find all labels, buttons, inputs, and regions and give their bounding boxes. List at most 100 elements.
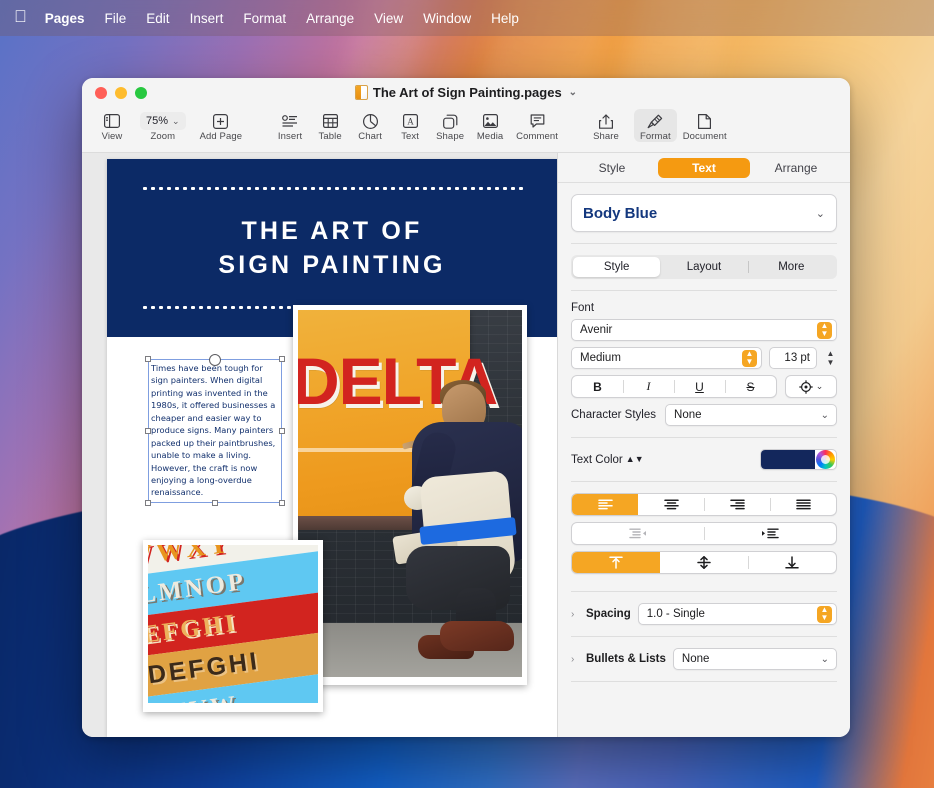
- toolbar-comment-button[interactable]: Comment: [510, 109, 564, 142]
- bullets-lists-value: None: [682, 653, 710, 665]
- toolbar-chart-button[interactable]: Chart: [350, 109, 390, 142]
- resize-handle-bottom-right[interactable]: [279, 500, 285, 506]
- toolbar-text-button[interactable]: A Text: [390, 109, 430, 142]
- stepper-icon[interactable]: ▲▼: [817, 606, 832, 623]
- bullets-lists-label: Bullets & Lists: [586, 653, 666, 665]
- menu-item-file[interactable]: File: [105, 11, 127, 26]
- toolbar-insert-button[interactable]: Insert: [270, 109, 310, 142]
- menu-item-view[interactable]: View: [374, 11, 403, 26]
- minimize-button[interactable]: [115, 87, 127, 99]
- tab-style[interactable]: Style: [566, 158, 658, 178]
- character-styles-popup[interactable]: None ⌄: [665, 404, 837, 426]
- chevron-down-icon: ⌄: [821, 410, 832, 421]
- toolbar-format-button[interactable]: Format: [634, 109, 677, 142]
- comment-icon: [530, 112, 545, 130]
- tab-arrange[interactable]: Arrange: [750, 158, 842, 178]
- svg-text:A: A: [407, 116, 414, 126]
- italic-button[interactable]: I: [623, 376, 674, 397]
- toolbar-table-button[interactable]: Table: [310, 109, 350, 142]
- text-color-control[interactable]: [760, 449, 837, 470]
- photo-sign-painter[interactable]: DELTA: [293, 305, 527, 685]
- color-wheel-icon[interactable]: [816, 450, 835, 469]
- body-text[interactable]: Times have been tough for sign painters.…: [149, 360, 281, 499]
- subtab-more[interactable]: More: [748, 257, 835, 277]
- menu-item-format[interactable]: Format: [243, 11, 286, 26]
- chevron-down-icon: ⌄: [816, 381, 824, 392]
- align-center-button[interactable]: [638, 494, 704, 515]
- toolbar-zoom-label: Zoom: [150, 131, 175, 142]
- vertical-align-group: [571, 551, 837, 574]
- divider: [571, 243, 837, 244]
- resize-handle-bottom[interactable]: [212, 500, 218, 506]
- apple-logo-icon[interactable]: : [14, 8, 27, 28]
- document-canvas[interactable]: THE ART OF SIGN PAINTING DELTA: [82, 153, 558, 737]
- align-top-button[interactable]: [572, 552, 660, 573]
- align-right-button[interactable]: [704, 494, 770, 515]
- photo-alphabet[interactable]: UVWXY KLMNOP DEFGHI CDEFGHI STUVW: [143, 540, 323, 712]
- menu-item-pages[interactable]: Pages: [45, 11, 85, 26]
- text-subtab-bar: Style Layout More: [571, 255, 837, 279]
- resize-handle-top-right[interactable]: [279, 356, 285, 362]
- toolbar-media-button[interactable]: Media: [470, 109, 510, 142]
- menu-item-help[interactable]: Help: [491, 11, 519, 26]
- indent-group: [571, 522, 837, 545]
- tab-text[interactable]: Text: [658, 158, 750, 178]
- sort-arrows-icon[interactable]: ▲▼: [626, 455, 644, 464]
- divider: [571, 290, 837, 291]
- stepper-icon[interactable]: ▲▼: [742, 350, 757, 367]
- outdent-button[interactable]: [572, 523, 704, 544]
- paragraph-style-name: Body Blue: [583, 205, 657, 222]
- align-middle-button[interactable]: [660, 552, 748, 573]
- document-page[interactable]: THE ART OF SIGN PAINTING DELTA: [107, 159, 557, 737]
- text-options-gear-button[interactable]: ⌄: [785, 375, 837, 398]
- toolbar-view-button[interactable]: View: [92, 109, 132, 142]
- zoom-popup-button[interactable]: 75% ⌄: [140, 112, 186, 130]
- spacing-value: 1.0 - Single: [647, 608, 705, 620]
- font-size-field[interactable]: 13 pt: [769, 347, 817, 369]
- chevron-right-icon[interactable]: ›: [571, 609, 579, 620]
- toolbar-add-page-button[interactable]: Add Page: [194, 109, 249, 142]
- subtab-style[interactable]: Style: [573, 257, 660, 277]
- underline-button[interactable]: U: [674, 376, 725, 397]
- toolbar-zoom-control[interactable]: 75% ⌄ Zoom: [140, 109, 186, 142]
- align-justify-button[interactable]: [770, 494, 836, 515]
- toolbar-document-button[interactable]: Document: [677, 109, 733, 142]
- chevron-right-icon[interactable]: ›: [571, 654, 579, 665]
- menu-item-arrange[interactable]: Arrange: [306, 11, 354, 26]
- table-icon: [323, 112, 338, 130]
- toolbar-chart-label: Chart: [358, 131, 382, 142]
- zoom-button[interactable]: [135, 87, 147, 99]
- indent-button[interactable]: [704, 523, 836, 544]
- paragraph-style-popup[interactable]: Body Blue ⌄: [571, 194, 837, 232]
- close-button[interactable]: [95, 87, 107, 99]
- align-left-button[interactable]: [572, 494, 638, 515]
- toolbar-shape-label: Shape: [436, 131, 464, 142]
- menu-item-insert[interactable]: Insert: [190, 11, 224, 26]
- divider: [571, 591, 837, 592]
- selected-text-box[interactable]: Times have been tough for sign painters.…: [148, 359, 282, 503]
- stepper-icon[interactable]: ▲▼: [817, 322, 832, 339]
- bullets-lists-popup[interactable]: None ⌄: [673, 648, 837, 670]
- rotation-handle[interactable]: [209, 354, 221, 366]
- toolbar-text-label: Text: [401, 131, 419, 142]
- bold-button[interactable]: B: [572, 376, 623, 397]
- resize-handle-bottom-left[interactable]: [145, 500, 151, 506]
- spacing-popup[interactable]: 1.0 - Single ▲▼: [638, 603, 837, 625]
- chevron-down-icon[interactable]: ⌄: [569, 87, 577, 98]
- toolbar-share-button[interactable]: Share: [586, 109, 626, 142]
- font-weight-popup[interactable]: Medium ▲▼: [571, 347, 762, 369]
- resize-handle-right[interactable]: [279, 428, 285, 434]
- font-family-row: Avenir ▲▼: [571, 319, 837, 341]
- format-tab-bar: Style Text Arrange: [558, 153, 850, 183]
- resize-handle-top-left[interactable]: [145, 356, 151, 362]
- text-color-swatch[interactable]: [761, 450, 815, 469]
- font-family-popup[interactable]: Avenir ▲▼: [571, 319, 837, 341]
- strikethrough-button[interactable]: S: [725, 376, 776, 397]
- subtab-layout[interactable]: Layout: [660, 257, 747, 277]
- toolbar-shape-button[interactable]: Shape: [430, 109, 470, 142]
- menu-item-window[interactable]: Window: [423, 11, 471, 26]
- align-bottom-button[interactable]: [748, 552, 836, 573]
- menu-item-edit[interactable]: Edit: [146, 11, 169, 26]
- resize-handle-left[interactable]: [145, 428, 151, 434]
- font-size-stepper[interactable]: ▲▼: [824, 348, 837, 368]
